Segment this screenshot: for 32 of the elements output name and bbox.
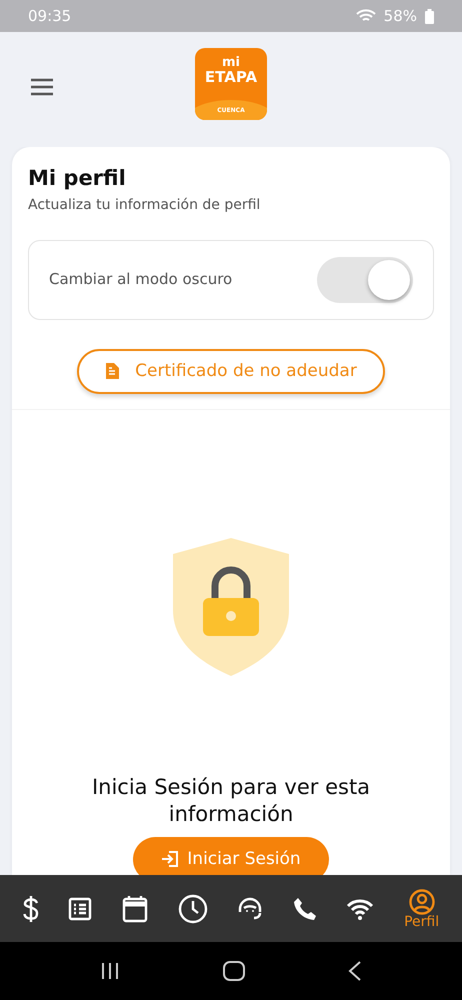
nav-tab[interactable]: Perfil bbox=[404, 888, 440, 928]
list-icon bbox=[68, 896, 92, 920]
login-button[interactable]: Iniciar Sesión bbox=[133, 836, 329, 875]
status-time: 09:35 bbox=[28, 6, 72, 27]
battery-icon bbox=[425, 8, 434, 24]
nav-tab[interactable] bbox=[237, 896, 264, 922]
profile-icon bbox=[408, 888, 435, 914]
toggle-label: Cambiar al modo oscuro bbox=[49, 269, 232, 290]
clock-icon bbox=[178, 894, 208, 924]
nav-tab[interactable] bbox=[178, 894, 208, 924]
card-title: Mi perfil bbox=[28, 165, 127, 192]
certificate-button[interactable]: Certificado de no adeudar bbox=[77, 348, 385, 394]
wifi-icon bbox=[346, 898, 374, 920]
document-icon bbox=[105, 363, 120, 380]
login-icon bbox=[161, 850, 180, 868]
phone-icon bbox=[292, 896, 317, 920]
nav-tab[interactable] bbox=[292, 896, 317, 920]
back-icon bbox=[348, 961, 362, 981]
dollar-icon bbox=[22, 896, 39, 922]
headset-icon bbox=[237, 896, 264, 922]
dark-mode-toggle[interactable] bbox=[317, 256, 413, 302]
lock-shield-icon bbox=[173, 538, 289, 676]
card-subtitle: Actualiza tu información de perfil bbox=[28, 196, 262, 214]
nav-tab[interactable] bbox=[122, 894, 148, 922]
nav-tab[interactable] bbox=[346, 898, 374, 920]
nav-tab[interactable] bbox=[68, 896, 92, 920]
home-icon bbox=[222, 961, 245, 981]
nav-tab[interactable] bbox=[22, 896, 39, 922]
login-prompt: Inicia Sesión para ver esta información bbox=[90, 774, 372, 828]
battery-percentage: 58% bbox=[384, 6, 417, 27]
calendar-icon bbox=[122, 894, 148, 922]
recent-apps-icon bbox=[100, 962, 120, 980]
